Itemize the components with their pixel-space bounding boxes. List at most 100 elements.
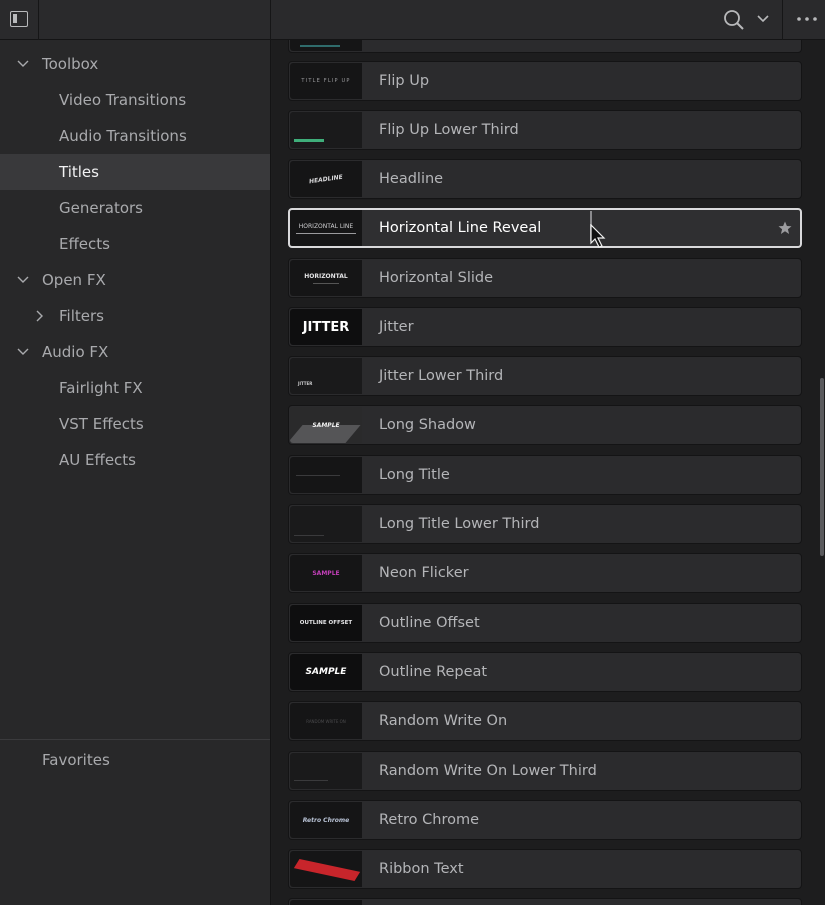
tree-label: AU Effects bbox=[59, 451, 136, 469]
top-toolbar bbox=[0, 0, 825, 40]
chevron-down-icon[interactable] bbox=[16, 334, 30, 370]
thumb-text: RANDOM WRITE ON bbox=[306, 718, 346, 724]
thumbnail: HEADLINE bbox=[290, 161, 362, 197]
thumbnail bbox=[290, 40, 362, 51]
item-name: Random Write On bbox=[379, 713, 508, 729]
tree-label: Toolbox bbox=[42, 55, 99, 73]
tree-titles[interactable]: Titles bbox=[0, 154, 270, 190]
thumbnail bbox=[290, 506, 362, 542]
thumb-text: HEADLINE bbox=[308, 173, 344, 185]
item-name: Outline Offset bbox=[379, 615, 480, 631]
tree-fairlight-fx[interactable]: Fairlight FX bbox=[0, 370, 270, 406]
tree-label: VST Effects bbox=[59, 415, 144, 433]
more-horizontal-icon[interactable] bbox=[795, 12, 821, 26]
tree-label: Titles bbox=[59, 163, 99, 181]
thumbnail bbox=[290, 112, 362, 148]
tree-audio-fx[interactable]: Audio FX bbox=[0, 334, 270, 370]
list-item-flip-up[interactable]: TITLE FLIP UP Flip Up bbox=[288, 61, 802, 101]
tree-video-transitions[interactable]: Video Transitions bbox=[0, 82, 270, 118]
list-scrollbar[interactable] bbox=[820, 378, 824, 556]
item-name: Long Title Lower Third bbox=[379, 516, 540, 532]
thumbnail: JITTER bbox=[290, 358, 362, 394]
list-item-headline[interactable]: HEADLINE Headline bbox=[288, 159, 802, 199]
tree-label: Audio Transitions bbox=[59, 127, 187, 145]
chevron-down-icon[interactable] bbox=[16, 46, 30, 82]
thumb-text: SAMPLE bbox=[312, 569, 340, 577]
list-item-horizontal-line-reveal[interactable]: HORIZONTAL LINE Horizontal Line Reveal bbox=[288, 208, 802, 248]
thumb-text: HORIZONTAL LINE bbox=[298, 222, 354, 230]
tree-effects[interactable]: Effects bbox=[0, 226, 270, 262]
item-name: Jitter Lower Third bbox=[379, 368, 504, 384]
thumb-text: JITTER bbox=[298, 381, 313, 386]
thumb-text: TITLE FLIP UP bbox=[301, 78, 351, 84]
list-item-outline-repeat[interactable]: SAMPLE Outline Repeat bbox=[288, 652, 802, 692]
list-item-random-write-on[interactable]: RANDOM WRITE ON Random Write On bbox=[288, 701, 802, 741]
item-name: Horizontal Slide bbox=[379, 270, 494, 286]
thumbnail bbox=[290, 753, 362, 789]
list-item-flip-up-lower-third[interactable]: Flip Up Lower Third bbox=[288, 110, 802, 150]
tree-generators[interactable]: Generators bbox=[0, 190, 270, 226]
effects-sidebar: Toolbox Video Transitions Audio Transiti… bbox=[0, 40, 271, 905]
list-item-random-write-on-lower-third[interactable]: Random Write On Lower Third bbox=[288, 751, 802, 791]
thumbnail: JITTER bbox=[290, 309, 362, 345]
item-name: Headline bbox=[379, 171, 444, 187]
tree-filters[interactable]: Filters bbox=[0, 298, 270, 334]
tree-favorites[interactable]: Favorites bbox=[0, 742, 270, 778]
item-name: Retro Chrome bbox=[379, 812, 480, 828]
sidebar-divider bbox=[0, 739, 270, 740]
list-item-jitter[interactable]: JITTER Jitter bbox=[288, 307, 802, 347]
list-item-neon-flicker[interactable]: SAMPLE Neon Flicker bbox=[288, 553, 802, 593]
tree-label: Filters bbox=[59, 307, 104, 325]
chevron-down-icon[interactable] bbox=[16, 262, 30, 298]
item-name: Neon Flicker bbox=[379, 565, 469, 581]
favorite-star-icon[interactable] bbox=[778, 221, 792, 235]
list-item-long-title[interactable]: Long Title bbox=[288, 455, 802, 495]
thumb-text: SAMPLE bbox=[312, 421, 340, 429]
thumbnail: OUTLINE OFFSET bbox=[290, 605, 362, 641]
list-item-long-shadow[interactable]: SAMPLE Long Shadow bbox=[288, 405, 802, 445]
item-name: Random Write On Lower Third bbox=[379, 763, 597, 779]
item-name: Flip Up bbox=[379, 73, 430, 89]
tree-label: Fairlight FX bbox=[59, 379, 143, 397]
item-name: Jitter bbox=[379, 319, 414, 335]
tree-label: Favorites bbox=[42, 751, 110, 769]
list-item-jitter-lower-third[interactable]: JITTER Jitter Lower Third bbox=[288, 356, 802, 396]
thumbnail bbox=[290, 457, 362, 493]
tree-label: Open FX bbox=[42, 271, 106, 289]
tree-vst-effects[interactable]: VST Effects bbox=[0, 406, 270, 442]
thumbnail: SAMPLE bbox=[290, 654, 362, 690]
list-item-retro-chrome[interactable]: Retro Chrome Retro Chrome bbox=[288, 800, 802, 840]
item-name: Long Title bbox=[379, 467, 450, 483]
list-item-outline-offset[interactable]: OUTLINE OFFSET Outline Offset bbox=[288, 603, 802, 643]
mouse-pointer-icon bbox=[590, 224, 606, 248]
thumbnail: RANDOM WRITE ON bbox=[290, 703, 362, 739]
thumb-text: JITTER bbox=[302, 319, 350, 335]
chevron-down-icon[interactable] bbox=[756, 12, 770, 26]
tree-audio-transitions[interactable]: Audio Transitions bbox=[0, 118, 270, 154]
tree-label: Audio FX bbox=[42, 343, 109, 361]
tree-open-fx[interactable]: Open FX bbox=[0, 262, 270, 298]
item-name: Horizontal Line Reveal bbox=[379, 220, 542, 236]
item-name: Outline Repeat bbox=[379, 664, 488, 680]
toolbar-divider bbox=[38, 0, 39, 40]
thumb-text: HORIZONTAL bbox=[304, 272, 348, 280]
tree-toolbox[interactable]: Toolbox bbox=[0, 46, 270, 82]
list-item-partial[interactable] bbox=[288, 40, 802, 53]
chevron-right-icon[interactable] bbox=[33, 298, 47, 334]
tree-label: Generators bbox=[59, 199, 143, 217]
item-name: Ribbon Text bbox=[379, 861, 464, 877]
list-item-partial[interactable] bbox=[288, 898, 802, 905]
list-item-horizontal-slide[interactable]: HORIZONTAL Horizontal Slide bbox=[288, 258, 802, 298]
list-item-long-title-lower-third[interactable]: Long Title Lower Third bbox=[288, 504, 802, 544]
tree-au-effects[interactable]: AU Effects bbox=[0, 442, 270, 478]
titles-list: TITLE FLIP UP Flip Up Flip Up Lower Thir… bbox=[272, 40, 825, 905]
item-name: Flip Up Lower Third bbox=[379, 122, 519, 138]
thumbnail: SAMPLE bbox=[290, 407, 362, 443]
list-item-ribbon-text[interactable]: Ribbon Text bbox=[288, 849, 802, 889]
thumbnail: TITLE FLIP UP bbox=[290, 63, 362, 99]
thumbnail: HORIZONTAL LINE bbox=[290, 210, 362, 246]
thumbnail: HORIZONTAL bbox=[290, 260, 362, 296]
sidebar-toggle-icon[interactable] bbox=[10, 11, 28, 27]
thumbnail bbox=[290, 900, 362, 905]
search-icon[interactable] bbox=[722, 9, 746, 31]
